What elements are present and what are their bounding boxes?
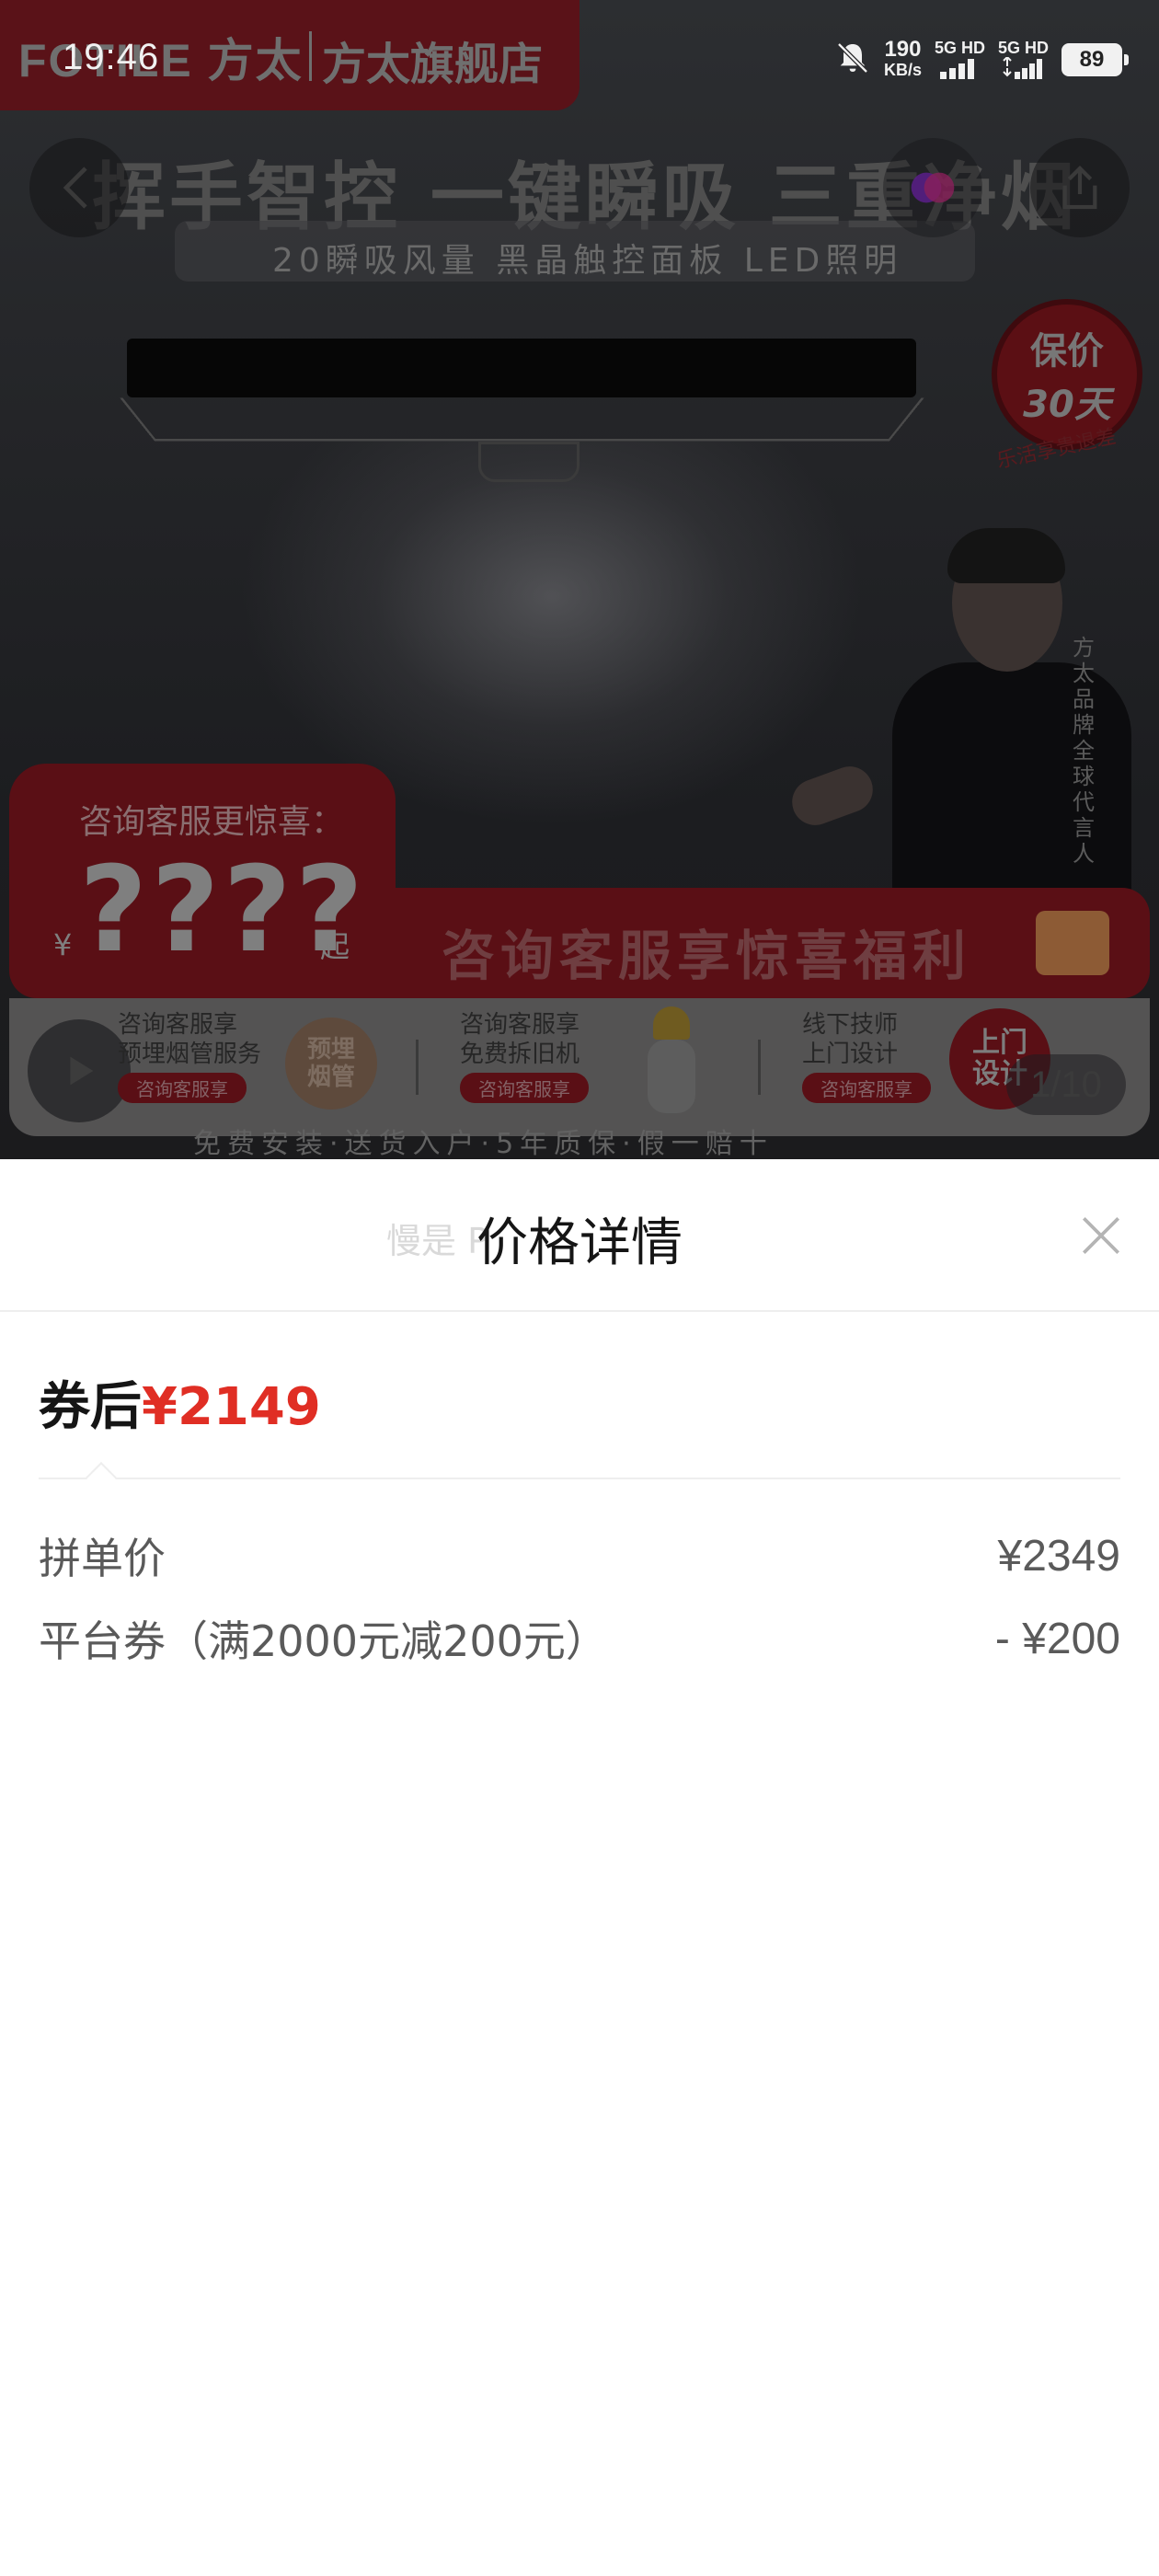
- sheet-title: 价格详情: [476, 1213, 683, 1273]
- status-icons: 190 KB/s 5G HD 5G HD 89: [834, 37, 1129, 83]
- service-footer-text: 免费安装·送货入户·5年质保·假一赔十: [193, 1128, 774, 1159]
- service-tag-1: 咨询客服享: [118, 1073, 247, 1103]
- section-divider: [39, 1462, 1120, 1493]
- guarantee-line1: 保价: [1030, 330, 1104, 373]
- divider-caret: [86, 1462, 117, 1493]
- back-arrow-icon: [63, 167, 87, 209]
- service-text-2: 咨询客服享 免费拆旧机: [460, 1011, 580, 1068]
- net-speed: 190 KB/s: [883, 37, 922, 80]
- net-speed-value: 190: [884, 37, 922, 62]
- battery-icon: 89: [1061, 43, 1129, 76]
- signal-2: 5G HD: [998, 39, 1049, 81]
- service-separator: [758, 1040, 761, 1095]
- gift-icon: [1036, 911, 1109, 975]
- promo-from-label: 起: [320, 929, 350, 964]
- signal-1: 5G HD: [935, 39, 985, 81]
- brand-logo: FOTILE 方太: [18, 35, 304, 86]
- price-row-platform-coupon: 平台券（满2000元减200元） - ¥200: [39, 1608, 1120, 1669]
- back-button[interactable]: [29, 138, 129, 237]
- range-hood-glass: [120, 397, 924, 442]
- share-icon: [1062, 166, 1097, 210]
- range-hood-lamp: [478, 442, 580, 482]
- signal-icon: [1003, 57, 1043, 79]
- service-text-3: 线下技师 上门设计: [802, 1011, 899, 1068]
- service-tag-2: 咨询客服享: [460, 1073, 589, 1103]
- net-speed-unit: KB/s: [883, 61, 922, 79]
- favorite-icon: [911, 172, 955, 203]
- price-row-value: - ¥200: [994, 1614, 1120, 1663]
- store-name: 方太旗舰店: [322, 39, 544, 90]
- price-row-group-price: 拼单价 ¥2349: [39, 1525, 1120, 1586]
- bell-off-icon: [834, 38, 871, 82]
- product-gallery[interactable]: FOTILE 方太 方太旗舰店 挥手智控 一键瞬吸 三重净烟 20瞬吸风量 黑晶…: [0, 0, 1159, 1159]
- promo-currency: ¥: [53, 927, 73, 962]
- divider-line: [39, 1478, 1120, 1479]
- endorsement-text: 方太品牌全球代言人: [1073, 635, 1095, 867]
- price-guarantee-badge: 保价 30天: [992, 299, 1142, 450]
- play-icon: [70, 1056, 94, 1086]
- close-button[interactable]: [1071, 1205, 1131, 1266]
- service-separator: [416, 1040, 419, 1095]
- guarantee-line2: 30天: [1023, 384, 1111, 426]
- promo-banner-text: 咨询客服享惊喜福利: [442, 925, 972, 987]
- price-row-label: 拼单价: [39, 1534, 166, 1583]
- promo-ask-text: 咨询客服更惊喜：: [79, 803, 345, 841]
- favorite-button[interactable]: [883, 138, 982, 237]
- signal-2-label: 5G HD: [997, 39, 1049, 57]
- gallery-page-indicator: 1/10: [1006, 1054, 1126, 1115]
- service-text-1: 咨询客服享 预埋烟管服务: [118, 1011, 262, 1068]
- sheet-header: 慢是 P 价格详情: [0, 1159, 1159, 1312]
- play-video-button[interactable]: [28, 1019, 131, 1122]
- brand-divider: [309, 31, 312, 81]
- signal-icon: [940, 59, 975, 79]
- service-seal-1: 预埋 烟管: [285, 1018, 377, 1110]
- price-row-value: ¥2349: [997, 1531, 1120, 1581]
- status-time: 19:46: [63, 37, 160, 77]
- price-detail-sheet: 慢是 P 价格详情 券后¥2149 拼单价 ¥2349 平台券（满2000元减2…: [0, 1159, 1159, 2576]
- price-row-label: 平台券（满2000元减200元）: [39, 1616, 608, 1666]
- range-hood-image: [127, 339, 916, 397]
- final-price-value: ¥2149: [142, 1377, 321, 1437]
- screen: FOTILE 方太 方太旗舰店 挥手智控 一键瞬吸 三重净烟 20瞬吸风量 黑晶…: [0, 0, 1159, 2576]
- spokesperson-hair: [947, 528, 1065, 583]
- final-price-label: 券后: [39, 1377, 142, 1437]
- service-tag-3: 咨询客服享: [802, 1073, 931, 1103]
- share-button[interactable]: [1030, 138, 1130, 237]
- product-subline: 20瞬吸风量 黑晶触控面板 LED照明: [272, 242, 903, 280]
- worker-figure: [635, 1006, 708, 1117]
- final-price-row: 券后¥2149: [39, 1365, 321, 1440]
- close-icon: [1083, 1217, 1119, 1254]
- signal-1-label: 5G HD: [934, 39, 985, 57]
